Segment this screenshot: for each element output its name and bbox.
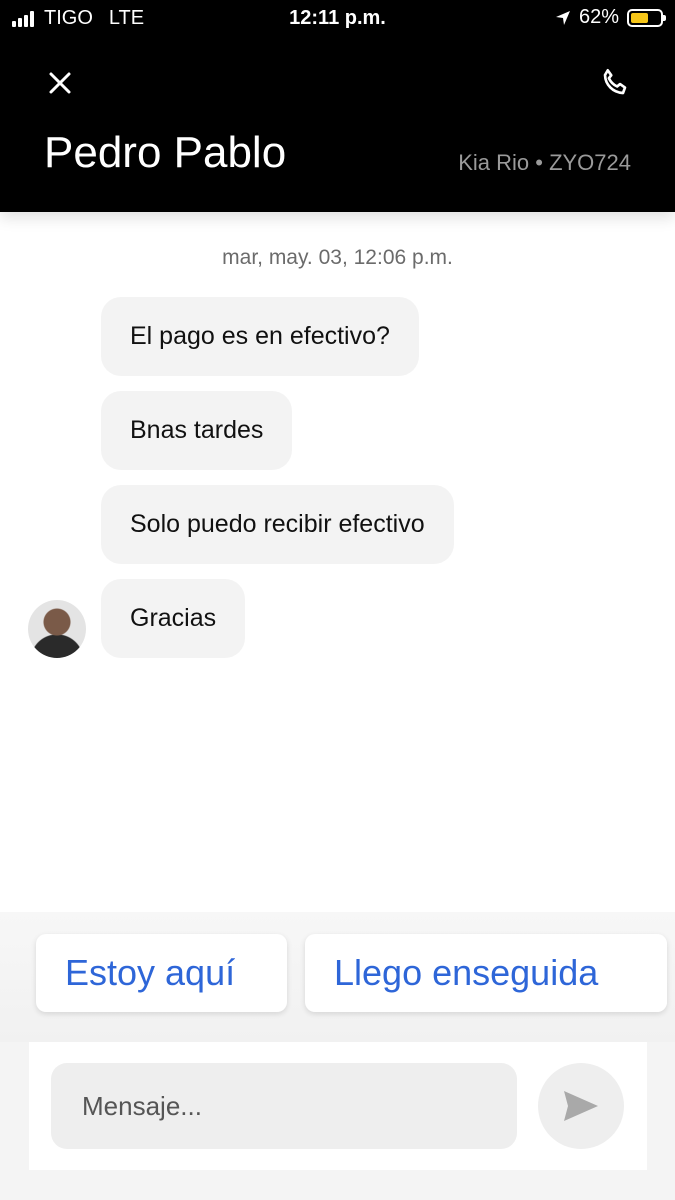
composer [29, 1042, 647, 1170]
close-button[interactable] [40, 63, 80, 103]
quick-reply-label: Estoy aquí [65, 952, 236, 993]
message-bubble: Gracias [101, 579, 246, 658]
composer-area [0, 1042, 675, 1200]
phone-icon [603, 69, 627, 95]
quick-reply-llego-enseguida[interactable]: Llego enseguida [305, 934, 667, 1012]
quick-reply-estoy-aqui[interactable]: Estoy aquí [36, 934, 287, 1012]
quick-replies: Estoy aquí Llego enseguida [0, 912, 675, 1042]
battery-info: 62% [555, 6, 666, 29]
fade-overlay [607, 934, 667, 1012]
vehicle-info: Kia Rio • ZYO724 [458, 150, 631, 175]
message-bubble: Solo puedo recibir efectivo [101, 485, 454, 564]
message-list: El pago es en efectivo? Bnas tardes Solo… [101, 297, 661, 673]
send-button[interactable] [538, 1063, 624, 1149]
message-bubble: Bnas tardes [101, 391, 293, 470]
status-bar: TIGO LTE 12:11 p.m. 62% [0, 0, 675, 38]
call-button[interactable] [595, 63, 635, 103]
battery-percent: 62% [578, 6, 619, 28]
chat-header: Pedro Pablo Kia Rio • ZYO724 [0, 38, 675, 212]
driver-name: Pedro Pablo [44, 128, 287, 177]
message-input[interactable] [51, 1063, 517, 1149]
quick-reply-label: Llego enseguida [334, 952, 599, 993]
close-icon [49, 72, 71, 94]
battery-fill [631, 12, 648, 23]
message-bubble: El pago es en efectivo? [101, 297, 419, 376]
battery-icon [627, 8, 666, 27]
location-arrow-icon [555, 10, 570, 25]
message-timestamp: mar, may. 03, 12:06 p.m. [222, 246, 453, 269]
driver-avatar [28, 600, 86, 658]
send-icon [564, 1091, 598, 1121]
